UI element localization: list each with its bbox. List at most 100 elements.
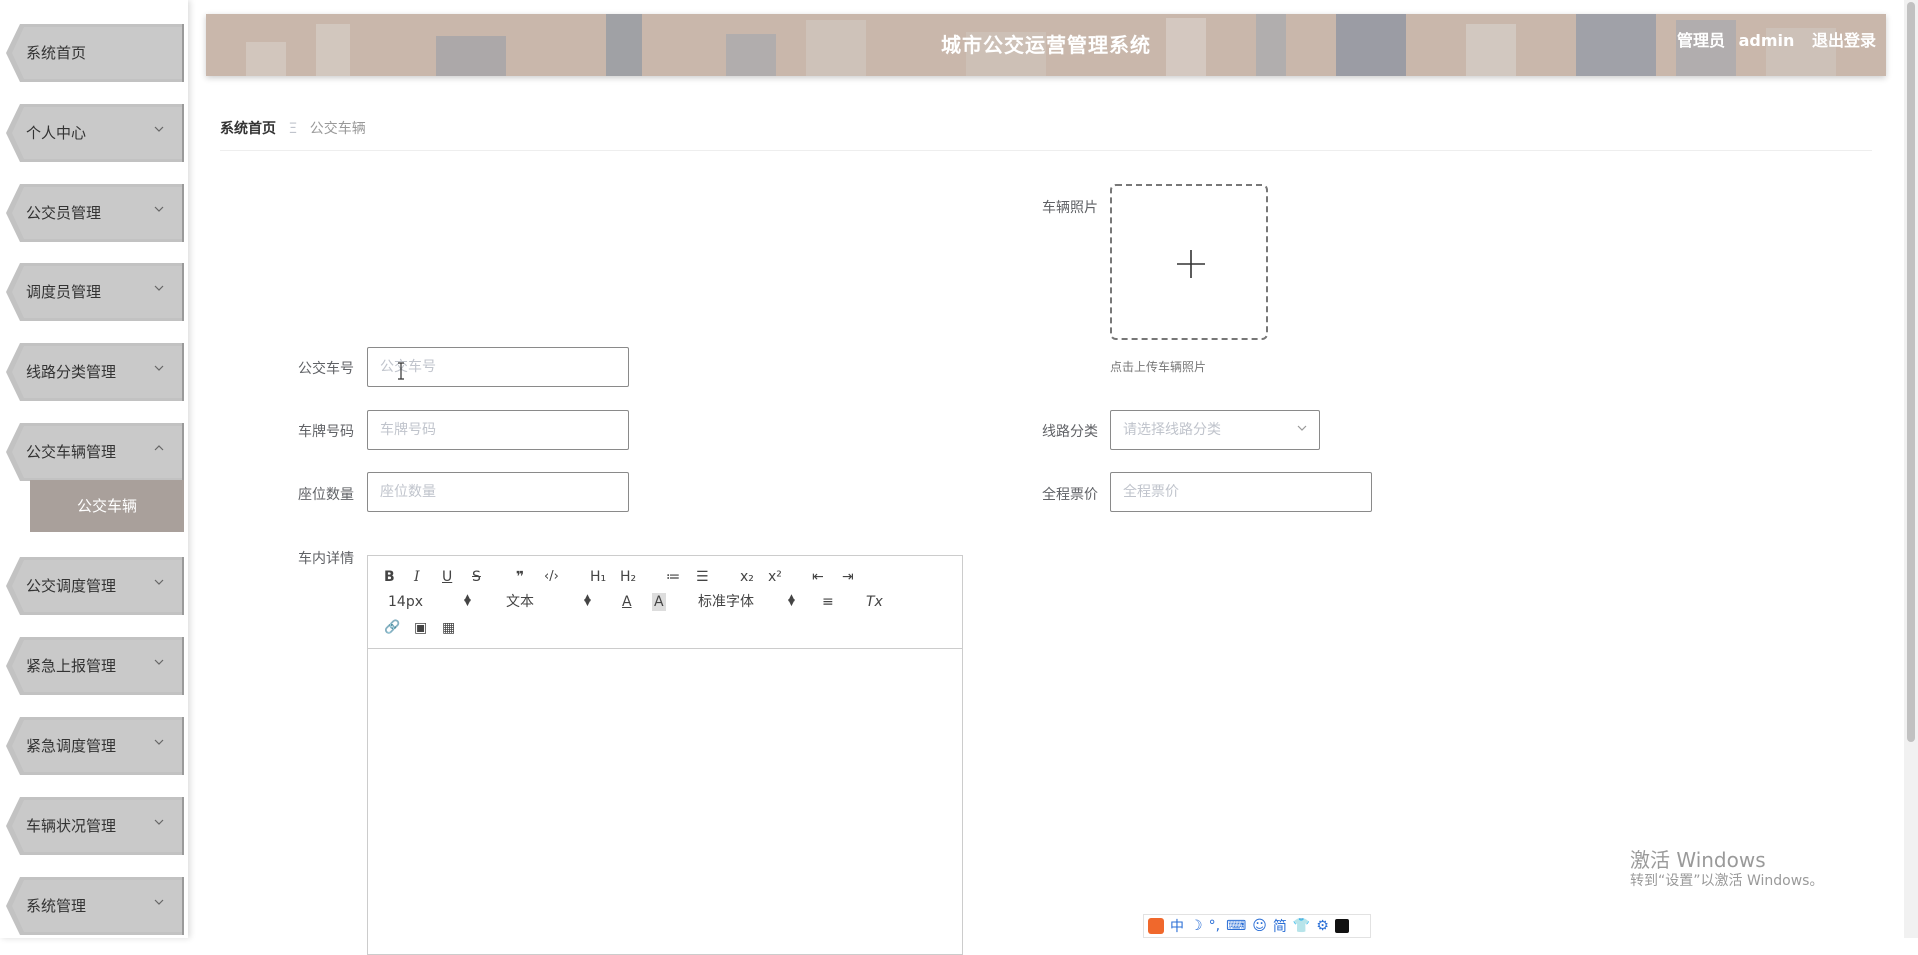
clear-format-button[interactable]: Tx (866, 593, 883, 611)
select-arrows-icon: ▲ ▼ (584, 593, 591, 608)
breadcrumb-separator: Ξ (288, 121, 298, 137)
ime-logo-icon (1148, 918, 1164, 934)
rich-text-editor: B I U S ❞ ‹/› H₁ H₂ ≔ ☰ x₂ x² ⇤ ⇥ 14px ▲… (367, 555, 963, 955)
page-scrollbar[interactable] (1904, 0, 1918, 938)
ime-item[interactable]: ⌨ (1226, 918, 1246, 934)
sidebar-item-label: 系统首页 (26, 44, 87, 62)
blockquote-button[interactable]: ❞ (516, 568, 524, 586)
sidebar-item-dispatcher-management[interactable]: 调度员管理 (6, 263, 184, 321)
sidebar-item-label: 个人中心 (26, 124, 87, 142)
sidebar-item-system-management[interactable]: 系统管理 (6, 877, 184, 935)
select-arrows-icon: ▲ ▼ (788, 593, 795, 608)
vehicle-photo-label: 车辆照片 (1042, 200, 1098, 216)
full-fare-input[interactable] (1110, 472, 1372, 512)
ime-toolbar[interactable]: 中 ☽ °, ⌨ ☺ 简 👕 ⚙ (1143, 914, 1371, 938)
sidebar-item-bus-vehicle-management[interactable]: 公交车辆管理 (6, 423, 184, 481)
bus-number-label: 公交车号 (298, 361, 354, 377)
sidebar-item-label: 系统管理 (26, 897, 87, 915)
plate-number-input[interactable] (367, 410, 629, 450)
ime-item[interactable]: 简 (1273, 916, 1287, 936)
route-category-field[interactable] (1110, 410, 1320, 450)
breadcrumb-current: 公交车辆 (309, 121, 366, 137)
bullet-list-button[interactable]: ☰ (696, 568, 709, 586)
ime-item[interactable]: 👕 (1293, 918, 1310, 934)
video-button[interactable]: ▦ (442, 619, 455, 637)
vehicle-photo-hint: 点击上传车辆照片 (1110, 360, 1207, 374)
editor-toolbar: B I U S ❞ ‹/› H₁ H₂ ≔ ☰ x₂ x² ⇤ ⇥ 14px ▲… (368, 556, 962, 649)
chevron-down-icon (154, 126, 164, 132)
editor-content-area[interactable] (368, 649, 962, 954)
windows-activation-title: 激活 Windows (1630, 848, 1766, 872)
windows-activation-hint: 转到“设置”以激活 Windows。 (1630, 873, 1824, 889)
font-family-select[interactable]: 标准字体 ▲ ▼ (698, 593, 798, 611)
breadcrumb: 系统首页 Ξ 公交车辆 (220, 118, 366, 138)
ime-item[interactable]: °, (1209, 918, 1220, 934)
logout-link[interactable]: 退出登录 (1812, 31, 1876, 50)
header-type-select[interactable]: 文本 ▲ ▼ (506, 593, 594, 611)
chevron-down-icon (1297, 425, 1307, 431)
seat-count-input[interactable] (367, 472, 629, 512)
ime-item[interactable]: ⚙ (1316, 918, 1329, 934)
header-2-button[interactable]: H₂ (620, 568, 636, 586)
sidebar-item-label: 公交车辆管理 (26, 443, 117, 461)
indent-button[interactable]: ⇥ (842, 568, 854, 586)
code-block-button[interactable]: ‹/› (544, 568, 559, 586)
full-fare-label: 全程票价 (1042, 487, 1098, 503)
image-button[interactable]: ▣ (414, 619, 427, 637)
sidebar-item-label: 公交员管理 (26, 204, 102, 222)
sidebar-item-driver-management[interactable]: 公交员管理 (6, 184, 184, 242)
sidebar-item-bus-dispatch-management[interactable]: 公交调度管理 (6, 557, 184, 615)
user-info: 管理员 admin 退出登录 (1669, 14, 1876, 68)
chevron-down-icon (154, 579, 164, 585)
ordered-list-button[interactable]: ≔ (666, 568, 680, 586)
sidebar: 系统首页 个人中心 公交员管理 调度员管理 线路分类管理 公交车辆管理 公交车辆… (0, 0, 188, 938)
header-type-value: 文本 (506, 594, 534, 610)
subscript-button[interactable]: x₂ (740, 568, 754, 586)
chevron-down-icon (154, 365, 164, 371)
sidebar-item-home[interactable]: 系统首页 (6, 24, 184, 82)
header-1-button[interactable]: H₁ (590, 568, 606, 586)
ime-item[interactable]: ☽ (1190, 918, 1203, 934)
chevron-down-icon (154, 659, 164, 665)
font-color-button[interactable]: A (622, 593, 632, 611)
ime-item[interactable]: ☺ (1252, 918, 1267, 934)
sidebar-item-emergency-dispatch-management[interactable]: 紧急调度管理 (6, 717, 184, 775)
interior-details-label: 车内详情 (298, 551, 354, 567)
plate-number-label: 车牌号码 (298, 424, 354, 440)
chevron-down-icon (154, 206, 164, 212)
ime-item[interactable]: 中 (1170, 916, 1184, 936)
sidebar-item-label: 车辆状况管理 (26, 817, 117, 835)
strike-button[interactable]: S (472, 568, 481, 586)
background-color-button[interactable]: A (652, 593, 666, 611)
outdent-button[interactable]: ⇤ (812, 568, 824, 586)
sidebar-item-label: 公交调度管理 (26, 577, 117, 595)
font-size-select[interactable]: 14px ▲ ▼ (388, 593, 474, 611)
user-role: 管理员 (1677, 31, 1726, 50)
vehicle-photo-upload[interactable] (1110, 184, 1268, 340)
route-category-select[interactable] (1110, 410, 1320, 450)
link-button[interactable]: 🔗 (384, 619, 400, 637)
bold-button[interactable]: B (384, 568, 395, 586)
sidebar-item-personal-center[interactable]: 个人中心 (6, 104, 184, 162)
sidebar-subitem-bus-vehicle[interactable]: 公交车辆 (30, 480, 184, 532)
sidebar-item-route-category-management[interactable]: 线路分类管理 (6, 343, 184, 401)
sidebar-item-emergency-report-management[interactable]: 紧急上报管理 (6, 637, 184, 695)
text-cursor-icon (398, 362, 404, 380)
italic-button[interactable]: I (414, 568, 420, 586)
align-button[interactable]: ≡ (822, 593, 834, 611)
font-size-value: 14px (388, 594, 423, 610)
route-category-label: 线路分类 (1042, 424, 1098, 440)
divider (220, 150, 1872, 151)
underline-button[interactable]: U (442, 568, 452, 586)
sidebar-item-label: 紧急调度管理 (26, 737, 117, 755)
superscript-button[interactable]: x² (768, 568, 782, 586)
seat-count-label: 座位数量 (298, 487, 354, 503)
chevron-down-icon (154, 285, 164, 291)
bus-number-input[interactable] (367, 347, 629, 387)
select-arrows-icon: ▲ ▼ (464, 593, 471, 608)
plus-icon (1177, 250, 1205, 278)
breadcrumb-home[interactable]: 系统首页 (220, 121, 276, 137)
chevron-up-icon (154, 445, 164, 451)
sidebar-item-label: 线路分类管理 (26, 363, 117, 381)
sidebar-item-vehicle-status-management[interactable]: 车辆状况管理 (6, 797, 184, 855)
